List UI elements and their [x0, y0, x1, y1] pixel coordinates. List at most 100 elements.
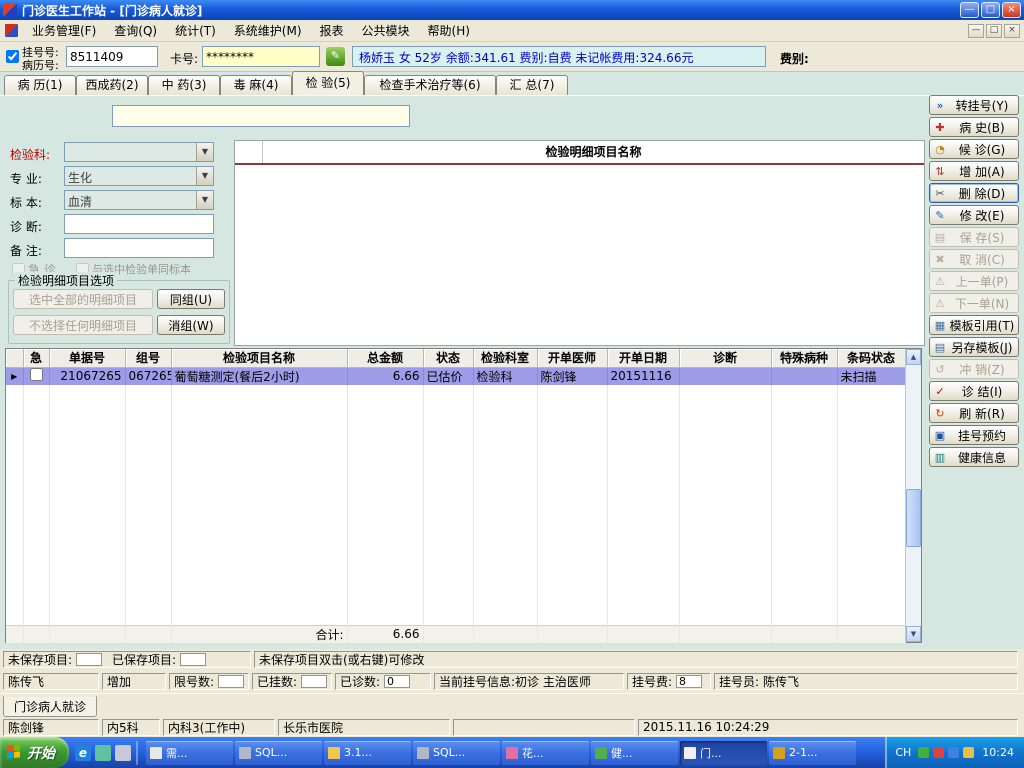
col-doctor[interactable]: 开单医师: [537, 349, 608, 368]
card-reader-icon[interactable]: ✎: [326, 47, 345, 66]
task-button-2[interactable]: SQL...: [235, 740, 322, 765]
tray-network-icon[interactable]: [948, 747, 960, 758]
tab-medical-record[interactable]: 病 历(1): [4, 75, 76, 95]
col-urgent[interactable]: 急: [23, 349, 50, 368]
mdi-minimize-button[interactable]: —: [968, 23, 984, 38]
cancel-button[interactable]: ✖ 取 消(C): [929, 249, 1019, 269]
ungroup-button[interactable]: 消组(W): [157, 315, 225, 335]
order-row[interactable]: ▶ 21067265 067265 葡萄糖测定(餐后2小时) 6.66 已估价 …: [6, 367, 906, 385]
specialty-select[interactable]: 生化 ▼: [64, 166, 214, 186]
col-group-no[interactable]: 组号: [125, 349, 172, 368]
health-info-button[interactable]: ▥ 健康信息: [929, 447, 1019, 467]
diagnosis-complete-button[interactable]: ✓ 诊 结(I): [929, 381, 1019, 401]
restore-button[interactable]: □: [981, 2, 1000, 18]
folder-icon: [328, 746, 340, 759]
ward-panel: 内5科: [102, 718, 160, 736]
task-button-6[interactable]: 健...: [591, 740, 678, 765]
note-input[interactable]: [64, 238, 214, 258]
next-order-button[interactable]: ⚠ 下一单(N): [929, 293, 1019, 313]
tab-western-medicine[interactable]: 西成药(2): [76, 75, 148, 95]
show-desktop-icon[interactable]: [95, 744, 111, 761]
task-button-7-active[interactable]: 门...: [680, 740, 767, 765]
mdi-tab-outpatient-visit[interactable]: 门诊病人就诊: [3, 696, 98, 717]
dropdown-arrow-icon[interactable]: ▼: [196, 191, 213, 209]
title-bar: 门诊医生工作站 - [门诊病人就诊] — □ ×: [0, 0, 1024, 20]
mdi-close-button[interactable]: ×: [1004, 23, 1020, 38]
same-group-button[interactable]: 同组(U): [157, 289, 225, 309]
tab-lab-test[interactable]: 检 验(5): [292, 71, 364, 95]
col-order-date[interactable]: 开单日期: [607, 349, 680, 368]
language-indicator[interactable]: CH: [895, 746, 911, 759]
select-none-details-button[interactable]: 不选择任何明细项目: [13, 315, 153, 335]
tab-exam-surgery[interactable]: 检查手术治疗等(6): [364, 75, 496, 95]
start-label: 开始: [27, 745, 55, 762]
col-barcode-status[interactable]: 条码状态: [837, 349, 906, 368]
save-template-button[interactable]: ▤ 另存模板(J): [929, 337, 1019, 357]
task-button-5[interactable]: 花...: [502, 740, 589, 765]
start-button[interactable]: 开始: [0, 737, 69, 768]
delete-button[interactable]: ✂ 删 除(D): [929, 183, 1019, 203]
mdi-restore-button[interactable]: □: [986, 23, 1002, 38]
tab-narcotics[interactable]: 毒 麻(4): [220, 75, 292, 95]
specimen-select[interactable]: 血清 ▼: [64, 190, 214, 210]
menu-item-business-management[interactable]: 业务管理(F): [23, 19, 105, 42]
menu-item-system-maintenance[interactable]: 系统维护(M): [225, 19, 311, 42]
specialty-label: 专 业:: [10, 172, 42, 186]
task-button-1[interactable]: 需...: [146, 740, 233, 765]
mode-text: 增加: [107, 674, 132, 689]
tray-shield-icon[interactable]: [918, 747, 930, 758]
col-diagnosis[interactable]: 诊断: [679, 349, 772, 368]
reg-number-checkbox[interactable]: [6, 50, 19, 63]
menu-item-statistics[interactable]: 统计(T): [166, 19, 225, 42]
previous-order-button[interactable]: ⚠ 上一单(P): [929, 271, 1019, 291]
tray-volume-icon[interactable]: [963, 747, 975, 758]
col-special-disease[interactable]: 特殊病种: [771, 349, 838, 368]
menu-item-reports[interactable]: 报表: [311, 19, 353, 42]
transfer-registration-button[interactable]: » 转挂号(Y): [929, 95, 1019, 115]
scroll-up-icon[interactable]: ▲: [906, 349, 921, 365]
diagnosis-input[interactable]: [64, 214, 214, 234]
menu-item-public-modules[interactable]: 公共模块: [353, 19, 419, 42]
registration-appointment-button[interactable]: ▣ 挂号预约: [929, 425, 1019, 445]
col-receipt-no[interactable]: 单据号: [49, 349, 126, 368]
item-entry-input[interactable]: [112, 105, 410, 127]
scrollbar-thumb[interactable]: [906, 489, 921, 547]
row-urgent-checkbox[interactable]: [29, 368, 43, 382]
col-item-name[interactable]: 检验项目名称: [171, 349, 348, 368]
col-status[interactable]: 状态: [423, 349, 474, 368]
template-reference-button[interactable]: ▦ 模板引用(T): [929, 315, 1019, 335]
scroll-down-icon[interactable]: ▼: [906, 626, 921, 642]
task-button-3[interactable]: 3.1...: [324, 740, 411, 765]
quick-launch-app-icon[interactable]: [115, 744, 131, 761]
ie-icon[interactable]: e: [75, 744, 91, 761]
close-button[interactable]: ×: [1002, 2, 1021, 18]
table-scrollbar[interactable]: ▲ ▼: [905, 349, 921, 642]
lab-dept-select[interactable]: ▼: [64, 142, 214, 162]
menu-item-query[interactable]: 查询(Q): [105, 19, 166, 42]
dropdown-arrow-icon[interactable]: ▼: [196, 167, 213, 185]
task-button-4[interactable]: SQL...: [413, 740, 500, 765]
modify-button[interactable]: ✎ 修 改(E): [929, 205, 1019, 225]
record-number-input[interactable]: [66, 46, 158, 67]
minimize-button[interactable]: —: [960, 2, 979, 18]
reverse-charge-button[interactable]: ↺ 冲 销(Z): [929, 359, 1019, 379]
col-lab-dept[interactable]: 检验科室: [473, 349, 538, 368]
add-button[interactable]: ⇅ 增 加(A): [929, 161, 1019, 181]
col-amount[interactable]: 总金额: [347, 349, 424, 368]
tab-summary[interactable]: 汇 总(7): [496, 75, 568, 95]
waiting-list-button[interactable]: ◔ 候 诊(G): [929, 139, 1019, 159]
refresh-button[interactable]: ↻ 刷 新(R): [929, 403, 1019, 423]
save-button[interactable]: ▤ 保 存(S): [929, 227, 1019, 247]
tab-chinese-medicine[interactable]: 中 药(3): [148, 75, 220, 95]
application-window: 门诊医生工作站 - [门诊病人就诊] — □ × 业务管理(F) 查询(Q) 统…: [0, 0, 1024, 768]
scissors-icon: ✂: [935, 186, 945, 200]
card-number-input[interactable]: [202, 46, 320, 67]
menu-item-help[interactable]: 帮助(H): [419, 19, 479, 42]
select-all-details-button[interactable]: 选中全部的明细项目: [13, 289, 153, 309]
task-button-8[interactable]: 2-1...: [769, 740, 856, 765]
dropdown-arrow-icon[interactable]: ▼: [196, 143, 213, 161]
tray-alert-icon[interactable]: [933, 747, 945, 758]
lab-orders-table: 急 单据号 组号 检验项目名称 总金额 状态 检验科室 开单医师 开单日期 诊断…: [6, 349, 906, 643]
clock[interactable]: 10:24: [982, 746, 1014, 759]
medical-history-button[interactable]: ✚ 病 史(B): [929, 117, 1019, 137]
